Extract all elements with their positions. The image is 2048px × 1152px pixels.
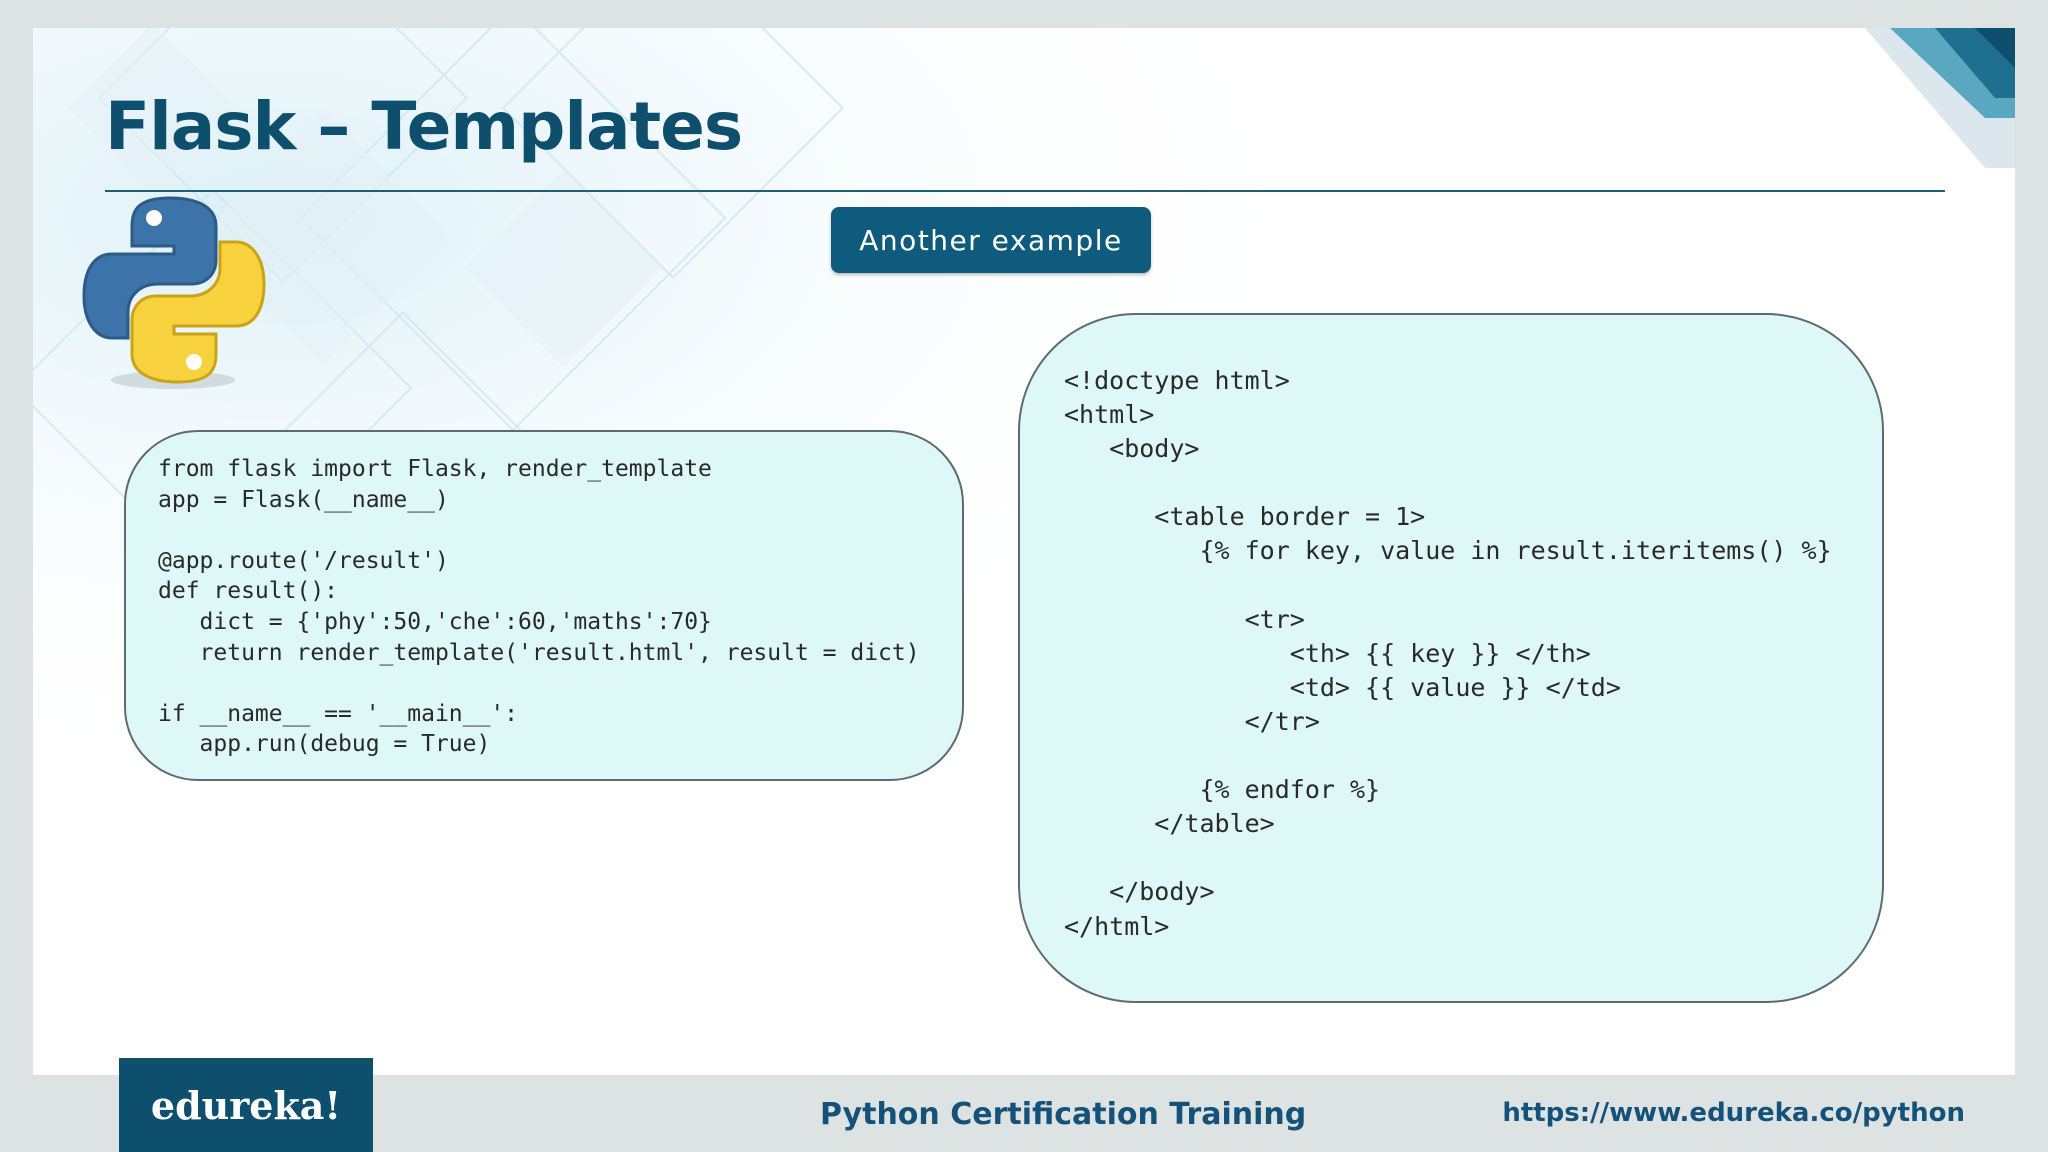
edureka-logo: edureka! <box>119 1058 373 1152</box>
python-code-box: from flask import Flask, render_template… <box>124 430 964 781</box>
python-logo-icon <box>82 196 266 389</box>
html-template-code: <!doctype html> <html> <body> <table bor… <box>1064 366 1832 941</box>
title-underline <box>105 190 1945 192</box>
another-example-badge: Another example <box>831 207 1151 273</box>
footer-url-link[interactable]: https://www.edureka.co/python <box>1502 1098 1965 1128</box>
html-template-code-box: <!doctype html> <html> <body> <table bor… <box>1018 313 1884 1003</box>
footer-course-title: Python Certification Training <box>820 1097 1307 1132</box>
python-code: from flask import Flask, render_template… <box>158 456 920 758</box>
corner-decoration <box>1865 28 2015 168</box>
slide-title: Flask – Templates <box>105 88 743 165</box>
